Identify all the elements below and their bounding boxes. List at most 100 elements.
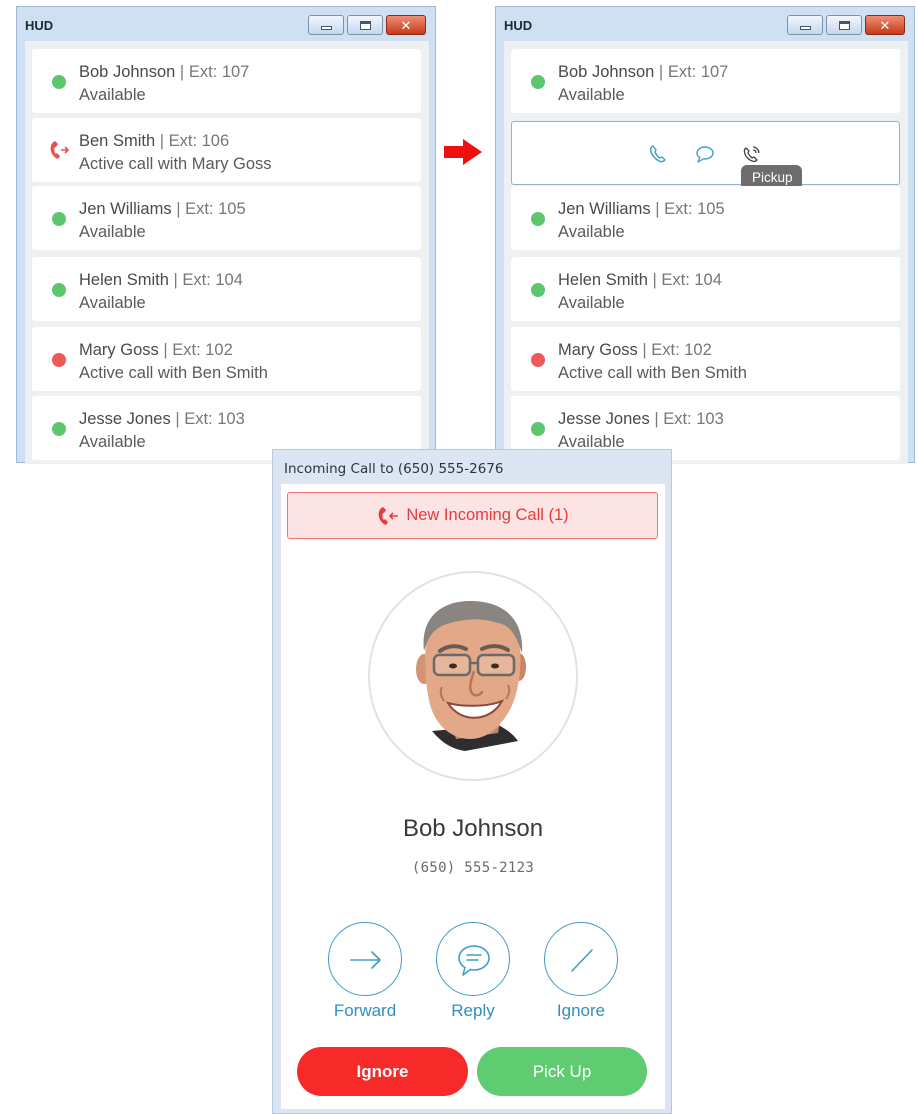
contact-row[interactable]: Jen Williams | Ext: 105 Available (511, 186, 900, 250)
contact-name-line: Jesse Jones | Ext: 103 (558, 410, 724, 429)
contact-name: Jesse Jones (558, 410, 650, 428)
separator: | (159, 132, 165, 150)
window-controls: ✕ (787, 15, 905, 35)
presence-available-dot (52, 283, 66, 297)
minimize-button[interactable] (308, 15, 344, 35)
presence-available-dot (531, 422, 545, 436)
contact-name: Helen Smith (558, 271, 648, 289)
caller-number: (650) 555-2123 (411, 860, 535, 876)
separator: | (655, 200, 660, 218)
contact-list: Bob Johnson | Ext: 107 Available Ben Smi… (25, 41, 429, 464)
contact-name-line: Bob Johnson | Ext: 107 (558, 63, 728, 82)
contact-name: Jen Williams (558, 200, 651, 218)
contact-extension: Ext: 106 (168, 132, 230, 150)
contact-name: Mary Goss (558, 341, 638, 359)
contact-status: Available (79, 294, 146, 312)
transition-arrow-icon (444, 139, 482, 165)
contact-extension: Ext: 107 (667, 63, 729, 81)
contact-name-line: Ben Smith | Ext: 106 (79, 132, 229, 151)
pickup-phone-icon[interactable] (741, 143, 763, 165)
presence-busy-dot (531, 353, 545, 367)
presence-available-dot (531, 75, 545, 89)
contact-row[interactable]: Bob Johnson | Ext: 107 Available (32, 49, 421, 113)
ignore-circle-button[interactable] (544, 922, 618, 996)
presence-available-dot (52, 212, 66, 226)
presence-available-dot (52, 422, 66, 436)
close-icon: ✕ (400, 17, 412, 33)
contact-status: Available (79, 86, 146, 104)
ignore-call-button[interactable]: Ignore (297, 1047, 468, 1096)
caller-photo (416, 601, 526, 751)
contact-row[interactable]: Ben Smith | Ext: 106 Active call with Ma… (32, 118, 421, 182)
contact-actions (512, 143, 899, 167)
contact-name-line: Mary Goss | Ext: 102 (558, 341, 712, 360)
contact-extension: Ext: 103 (184, 410, 245, 428)
close-button[interactable]: ✕ (865, 15, 905, 35)
contact-name: Bob Johnson (79, 63, 176, 81)
outgoing-call-icon (50, 141, 70, 159)
separator: | (658, 63, 664, 81)
contact-name: Bob Johnson (558, 63, 655, 81)
forward-label[interactable]: Forward (310, 1001, 420, 1021)
hud-titlebar[interactable]: HUD ✕ (17, 7, 435, 41)
separator: | (173, 271, 178, 289)
contact-status: Active call with Ben Smith (79, 364, 268, 382)
contact-name: Mary Goss (79, 341, 159, 359)
window-controls: ✕ (308, 15, 426, 35)
contact-list: Bob Johnson | Ext: 107 Available Pickup (504, 41, 908, 464)
contact-extension: Ext: 107 (188, 63, 250, 81)
contact-extension: Ext: 104 (182, 271, 243, 289)
contact-row[interactable]: Helen Smith | Ext: 104 Available (511, 257, 900, 321)
contact-name: Jen Williams (79, 200, 172, 218)
contact-row[interactable]: Mary Goss | Ext: 102 Active call with Be… (511, 327, 900, 391)
incoming-call-title: Incoming Call to (650) 555-2676 (284, 461, 504, 477)
contact-name-line: Jesse Jones | Ext: 103 (79, 410, 245, 429)
hud-title: HUD (25, 18, 54, 33)
hud-titlebar[interactable]: HUD ✕ (496, 7, 914, 41)
contact-row-hover-actions[interactable]: Pickup (511, 121, 900, 191)
hud-window-before: HUD ✕ Bob Johnson | Ext: 107 Available B… (16, 6, 436, 464)
presence-available-dot (531, 283, 545, 297)
contact-extension: Ext: 103 (663, 410, 724, 428)
pickup-call-button[interactable]: Pick Up (477, 1047, 647, 1096)
ignore-label[interactable]: Ignore (526, 1001, 636, 1021)
reply-button[interactable] (436, 922, 510, 996)
minimize-button[interactable] (787, 15, 823, 35)
contact-row[interactable]: Jen Williams | Ext: 105 Available (32, 186, 421, 250)
contact-row[interactable]: Bob Johnson | Ext: 107 Available (511, 49, 900, 113)
contact-status: Available (558, 223, 625, 241)
hud-title: HUD (504, 18, 533, 33)
chat-bubble-icon[interactable] (694, 143, 716, 165)
contact-row[interactable]: Helen Smith | Ext: 104 Available (32, 257, 421, 321)
contact-status: Available (79, 433, 146, 451)
presence-available-dot (531, 212, 545, 226)
contact-name: Helen Smith (79, 271, 169, 289)
contact-status: Active call with Mary Goss (79, 155, 272, 173)
contact-name-line: Jen Williams | Ext: 105 (79, 200, 246, 219)
contact-extension: Ext: 105 (664, 200, 725, 218)
forward-arrow-icon (350, 951, 381, 969)
contact-name: Jesse Jones (79, 410, 171, 428)
contact-name-line: Helen Smith | Ext: 104 (79, 271, 243, 290)
contact-name-line: Jen Williams | Ext: 105 (558, 200, 725, 219)
banner-text: New Incoming Call (1) (406, 506, 569, 524)
contact-name: Ben Smith (79, 132, 156, 150)
new-incoming-call-banner[interactable]: New Incoming Call (1) (287, 492, 658, 539)
incoming-call-icon (378, 506, 399, 525)
phone-icon[interactable] (647, 143, 669, 165)
incoming-call-panel: New Incoming Call (1) Bob Johnson (650) … (281, 484, 665, 1109)
contact-status: Available (558, 294, 625, 312)
contact-name-line: Helen Smith | Ext: 104 (558, 271, 722, 290)
maximize-button[interactable] (347, 15, 383, 35)
separator: | (163, 341, 168, 359)
presence-available-dot (52, 75, 66, 89)
caller-name: Bob Johnson (402, 815, 544, 842)
contact-row[interactable]: Mary Goss | Ext: 102 Active call with Be… (32, 327, 421, 391)
separator: | (654, 410, 659, 428)
separator: | (642, 341, 647, 359)
contact-name-line: Mary Goss | Ext: 102 (79, 341, 233, 360)
forward-button[interactable] (328, 922, 402, 996)
maximize-button[interactable] (826, 15, 862, 35)
close-button[interactable]: ✕ (386, 15, 426, 35)
reply-label[interactable]: Reply (418, 1001, 528, 1021)
